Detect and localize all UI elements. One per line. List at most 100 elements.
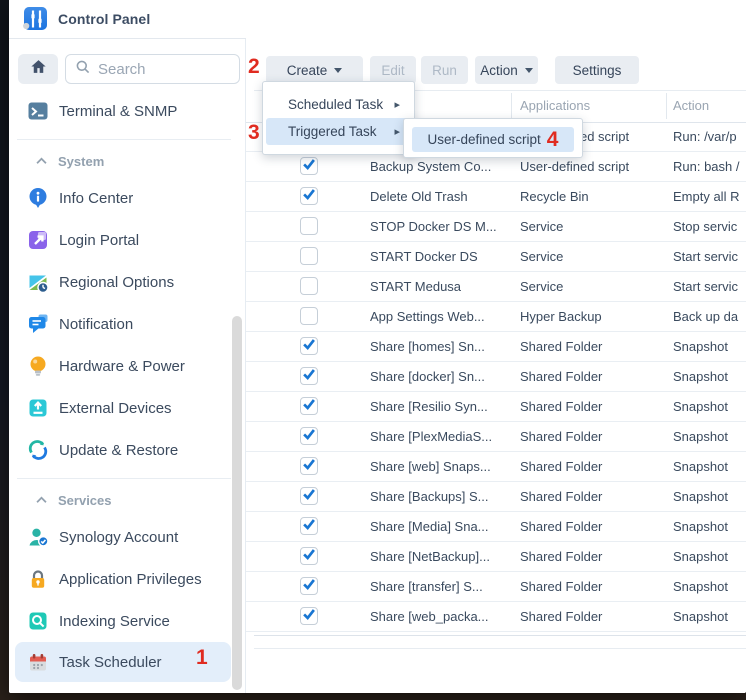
application-privileges-icon (26, 567, 50, 591)
sidebar-item-label: Update & Restore (59, 442, 178, 459)
enabled-checkbox-checked[interactable] (300, 337, 318, 355)
enabled-checkbox[interactable] (300, 277, 318, 295)
section-label: Services (58, 493, 112, 508)
enabled-checkbox-checked[interactable] (300, 517, 318, 535)
home-button[interactable] (18, 54, 58, 84)
cell-action: Snapshot (673, 392, 746, 421)
table-row[interactable]: STOP Docker DS M...ServiceStop servic (246, 212, 746, 242)
cell-application: Shared Folder (520, 602, 665, 631)
enabled-checkbox-checked[interactable] (300, 187, 318, 205)
cell-task-name: Share [web] Snaps... (370, 452, 515, 481)
menu-item-user-defined-script[interactable]: User-defined script4 (412, 127, 574, 152)
table-row[interactable]: Share [web_packa...Shared FolderSnapshot (246, 602, 746, 632)
sidebar-item-application-privileges[interactable]: Application Privileges (9, 564, 245, 594)
menu-item-label: User-defined script (428, 132, 541, 147)
table-row[interactable]: Share [web] Snaps...Shared FolderSnapsho… (246, 452, 746, 482)
enabled-checkbox[interactable] (300, 247, 318, 265)
title-bar: Control Panel (9, 0, 746, 39)
settings-button[interactable]: Settings (555, 56, 639, 84)
table-row[interactable]: Share [PlexMediaS...Shared FolderSnapsho… (246, 422, 746, 452)
sidebar-scrollbar[interactable] (232, 316, 242, 690)
enabled-checkbox-checked[interactable] (300, 157, 318, 175)
caret-down-icon (334, 68, 342, 73)
caret-down-icon (525, 68, 533, 73)
enabled-checkbox[interactable] (300, 217, 318, 235)
enabled-checkbox-checked[interactable] (300, 487, 318, 505)
sidebar-item-login-portal[interactable]: Login Portal (9, 225, 245, 255)
sidebar-section-services[interactable]: Services (9, 490, 245, 510)
annotation-1: 1 (196, 647, 208, 668)
annotation-2: 2 (248, 56, 260, 77)
cell-action: Snapshot (673, 542, 746, 571)
cell-task-name: START Docker DS (370, 242, 515, 271)
chevron-up-icon (35, 491, 48, 509)
table-footer-line (254, 635, 746, 636)
search-icon (75, 59, 91, 80)
table-row[interactable]: App Settings Web...Hyper BackupBack up d… (246, 302, 746, 332)
submenu-arrow-icon: ▸ (394, 125, 400, 138)
enabled-checkbox-checked[interactable] (300, 457, 318, 475)
action-button[interactable]: Action (475, 56, 538, 84)
sidebar-item-label: Task Scheduler (59, 654, 162, 671)
cell-task-name: App Settings Web... (370, 302, 515, 331)
cell-action: Snapshot (673, 602, 746, 631)
cell-action: Start servic (673, 272, 746, 301)
check-icon (301, 426, 317, 447)
sidebar-item-terminal-snmp[interactable]: Terminal & SNMP (9, 96, 245, 126)
table-row[interactable]: START Docker DSServiceStart servic (246, 242, 746, 272)
table-row[interactable]: Share [transfer] S...Shared FolderSnapsh… (246, 572, 746, 602)
home-icon (29, 57, 48, 81)
column-separator (666, 93, 667, 119)
cell-action: Start servic (673, 242, 746, 271)
table-row[interactable]: Share [docker] Sn...Shared FolderSnapsho… (246, 362, 746, 392)
enabled-checkbox-checked[interactable] (300, 367, 318, 385)
sidebar-item-indexing-service[interactable]: Indexing Service (9, 606, 245, 636)
cell-application: Hyper Backup (520, 302, 665, 331)
sidebar-item-label: Hardware & Power (59, 358, 185, 375)
enabled-checkbox-checked[interactable] (300, 607, 318, 625)
cell-action: Run: /var/p (673, 122, 746, 151)
table-row[interactable]: Share [NetBackup]...Shared FolderSnapsho… (246, 542, 746, 572)
create-button[interactable]: Create (266, 56, 363, 84)
table-row[interactable]: Delete Old TrashRecycle BinEmpty all R (246, 182, 746, 212)
table-row[interactable]: Share [homes] Sn...Shared FolderSnapshot (246, 332, 746, 362)
sidebar-item-update-restore[interactable]: Update & Restore (9, 435, 245, 465)
login-portal-icon (26, 228, 50, 252)
sidebar-item-synology-account[interactable]: Synology Account (9, 522, 245, 552)
enabled-checkbox[interactable] (300, 307, 318, 325)
cell-action: Stop servic (673, 212, 746, 241)
table-row[interactable]: Share [Resilio Syn...Shared FolderSnapsh… (246, 392, 746, 422)
sidebar-section-system[interactable]: System (9, 151, 245, 171)
cell-action: Empty all R (673, 182, 746, 211)
chevron-up-icon (35, 152, 48, 170)
synology-account-icon (26, 525, 50, 549)
menu-item-triggered-task[interactable]: Triggered Task ▸ (266, 118, 411, 145)
sidebar-item-external-devices[interactable]: External Devices (9, 393, 245, 423)
button-label: Create (287, 63, 328, 78)
search-input[interactable]: Search (65, 54, 240, 84)
column-header-applications[interactable]: Applications (520, 98, 590, 113)
sidebar-item-label: External Devices (59, 400, 172, 417)
table-row[interactable]: Share [Media] Sna...Shared FolderSnapsho… (246, 512, 746, 542)
check-icon (301, 396, 317, 417)
sidebar-item-notification[interactable]: Notification (9, 309, 245, 339)
sidebar-list: Terminal & SNMP System Info Center Login Po… (9, 96, 245, 682)
enabled-checkbox-checked[interactable] (300, 577, 318, 595)
cell-application: Shared Folder (520, 422, 665, 451)
menu-item-label: Triggered Task (288, 124, 377, 139)
update-restore-icon (26, 438, 50, 462)
cell-application: Shared Folder (520, 542, 665, 571)
sidebar-divider (17, 139, 231, 140)
table-row[interactable]: START MedusaServiceStart servic (246, 272, 746, 302)
column-header-action[interactable]: Action (673, 98, 709, 113)
enabled-checkbox-checked[interactable] (300, 427, 318, 445)
sidebar-item-regional-options[interactable]: Regional Options (9, 267, 245, 297)
menu-item-scheduled-task[interactable]: Scheduled Task▸ (266, 91, 411, 118)
sidebar-item-info-center[interactable]: Info Center (9, 183, 245, 213)
enabled-checkbox-checked[interactable] (300, 547, 318, 565)
enabled-checkbox-checked[interactable] (300, 397, 318, 415)
table-row[interactable]: Share [Backups] S...Shared FolderSnapsho… (246, 482, 746, 512)
sidebar-item-hardware-power[interactable]: Hardware & Power (9, 351, 245, 381)
button-label: Settings (573, 63, 622, 78)
cell-task-name: Share [PlexMediaS... (370, 422, 515, 451)
